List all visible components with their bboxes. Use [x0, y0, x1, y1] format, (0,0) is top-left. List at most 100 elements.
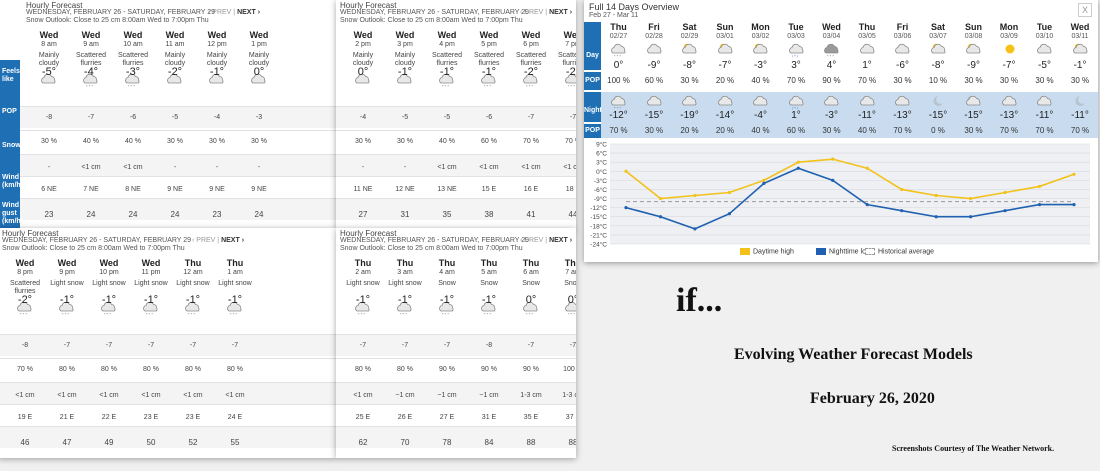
wind-value: 18 E: [565, 186, 576, 193]
hour-column: Thu 12 am Light snow * * * -1° -7 80 % <…: [172, 258, 214, 458]
condition-label: Snow: [522, 280, 540, 287]
day-label: Wed: [123, 30, 143, 40]
svg-text:/ * /: / * /: [792, 54, 799, 59]
pop-value: 80 %: [355, 366, 371, 373]
day-label: Wed: [81, 30, 101, 40]
y-tick-label: -24°C: [590, 241, 607, 249]
cloudy-icon: [646, 94, 663, 108]
gust-value: 38: [484, 210, 494, 219]
data-point: [658, 196, 663, 201]
wind-value: 23 E: [143, 414, 159, 421]
day-pop: 30 %: [1035, 76, 1054, 85]
day-name: Thu: [858, 22, 876, 32]
pop-value: 40 %: [125, 138, 141, 145]
next-button[interactable]: NEXT ›: [221, 237, 244, 244]
nighttime-low: -19°: [680, 110, 699, 121]
day-pop: 60 %: [644, 76, 664, 85]
data-point: [762, 178, 766, 182]
sun-cloud-icon: [1072, 42, 1089, 56]
gust-value: 84: [484, 438, 494, 447]
wind-value: 23 E: [185, 414, 201, 421]
svg-text:* * *: * * *: [614, 54, 621, 59]
wind-value: 16 E: [523, 186, 539, 193]
temperature: -1°: [101, 294, 117, 306]
time-label: 5 am: [481, 269, 497, 276]
time-label: 9 am: [83, 41, 99, 48]
svg-text:* * *: * * *: [128, 84, 135, 89]
next-button[interactable]: NEXT ›: [237, 9, 260, 16]
hour-column: Wed 6 pm Scattered flurries * * * -2° -7…: [510, 30, 552, 230]
day-date: 03/08: [964, 33, 983, 40]
pop-value: 30 %: [41, 138, 57, 145]
next-button[interactable]: NEXT ›: [549, 237, 572, 244]
time-label: 5 pm: [481, 41, 497, 48]
condition-label: Light snow: [134, 280, 168, 287]
legend-swatch: [816, 248, 826, 255]
night-pop: 40 %: [857, 126, 877, 135]
cloudy-icon: [859, 42, 876, 56]
data-point: [727, 190, 731, 195]
daytime-high: -8°: [931, 60, 945, 71]
day-label: Wed: [39, 30, 59, 40]
condition-label: Light snow: [388, 280, 422, 287]
overview-day-column: Mon 03/02 -3° 40 % -4° 40 %: [743, 22, 778, 138]
temperature-chart: 9°C 6°C 3°C 0°C -3°C -6°C -9°C -12°C -15°C -18°C -…: [584, 140, 1098, 262]
day-pop: 100 %: [607, 76, 630, 85]
pop-value: 30 %: [397, 138, 413, 145]
snow-amount: <1 cm: [99, 392, 119, 399]
feels-like: -6: [485, 114, 493, 121]
svg-text:* * *: * * *: [20, 312, 27, 317]
time-label: 2 am: [355, 269, 371, 276]
time-label: 1 pm: [251, 41, 267, 48]
snow-amount: -: [403, 164, 407, 171]
credit-caption: Screenshots Courtesy of The Weather Netw…: [892, 444, 1055, 453]
day-label: Day: [586, 52, 599, 59]
gust-value: 41: [526, 210, 536, 219]
prev-button[interactable]: ‹ PREV: [192, 237, 215, 244]
cloudy-icon: [1036, 94, 1053, 108]
feels-like: -7: [147, 342, 155, 349]
plot-area: [610, 144, 1090, 244]
snow-outlook: Snow Outlook: Close to 25 cm 8:00am Wed …: [26, 17, 209, 24]
close-button[interactable]: X: [1078, 3, 1092, 17]
time-label: 8 am: [41, 41, 57, 48]
temperature: -1°: [227, 294, 243, 306]
temperature: -1°: [209, 66, 225, 78]
hour-column: Wed 1 pm Mainly cloudy 0° -3 30 % - 9 NE…: [238, 30, 280, 230]
day-pop: 70 %: [786, 76, 806, 85]
legend-low: Nighttime low: [816, 248, 871, 255]
day-date: 03/05: [858, 33, 876, 40]
overview-day-column: Wed 03/11 -1° 30 % -11° 70 %: [1063, 22, 1098, 138]
gust-value: 49: [104, 438, 114, 447]
legend-swatch: [740, 248, 750, 255]
day-label: Wed: [563, 30, 576, 40]
temperature: 0°: [567, 294, 576, 306]
hour-column: Thu 1 am Light snow * * * -1° -7 80 % <1…: [214, 258, 256, 458]
daytime-high: -7°: [1002, 60, 1016, 71]
prev-button[interactable]: ‹ PREV: [208, 9, 231, 16]
prev-button[interactable]: ‹ PREV: [520, 9, 543, 16]
cloudy-icon: [717, 94, 734, 108]
pop-value: 30 %: [355, 138, 371, 145]
feels-like: -7: [63, 342, 71, 349]
feels-like: -5: [443, 114, 451, 121]
time-label: 9 pm: [59, 269, 75, 276]
pop-value: 80 %: [59, 366, 75, 373]
snow-amount: <1 cm: [563, 164, 576, 171]
hour-column: Wed 5 pm Scattered flurries * * * -1° -6…: [468, 30, 510, 230]
prev-button[interactable]: ‹ PREV: [520, 237, 543, 244]
snow-amount: -: [215, 164, 219, 171]
svg-text:* * *: * * *: [484, 84, 491, 89]
night-pop: 20 %: [680, 126, 699, 135]
day-label: Wed: [15, 258, 35, 268]
wind-value: 19 E: [17, 414, 33, 421]
gust-value: 24: [128, 210, 138, 219]
daytime-high: -1°: [1073, 60, 1087, 71]
temperature: -3°: [125, 66, 141, 78]
temperature: -1°: [185, 294, 201, 306]
temperature: -1°: [355, 294, 371, 306]
next-button[interactable]: NEXT ›: [549, 9, 572, 16]
snow-outlook: Snow Outlook: Close to 25 cm 8:00am Wed …: [340, 17, 523, 24]
sun-cloud-icon: [681, 42, 698, 56]
day-name: Mon: [751, 22, 770, 32]
